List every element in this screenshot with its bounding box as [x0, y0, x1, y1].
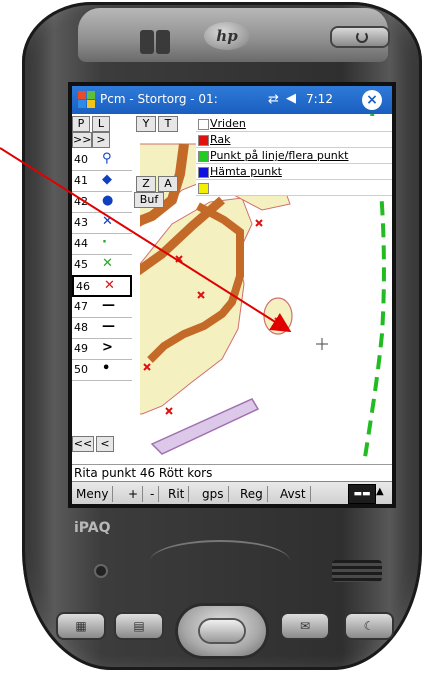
blue-swatch-icon	[198, 167, 209, 178]
back-button[interactable]: <	[96, 436, 114, 452]
menu-plus[interactable]: +	[124, 486, 144, 502]
windows-start-icon[interactable]	[78, 91, 96, 109]
point-number: 43	[74, 216, 88, 229]
purple-strip	[150, 398, 260, 455]
legend-item-hamta-punkt[interactable]: Hämta punkt	[196, 164, 392, 180]
menu-meny[interactable]: Meny	[72, 486, 114, 502]
pin-icon: ⚲	[102, 151, 112, 166]
window-title: Pcm - Stortorg - 01:	[100, 92, 218, 106]
contacts-button[interactable]: ▤	[116, 614, 162, 638]
legend-item-vriden[interactable]: Vriden	[196, 116, 392, 132]
point-number: 49	[74, 342, 88, 355]
menu-avst[interactable]: Avst	[276, 486, 311, 502]
hp-logo: hp	[204, 22, 250, 50]
point-row-49[interactable]: 49 >	[72, 339, 132, 360]
dot-icon: ●	[102, 193, 114, 208]
point-number: 40	[74, 153, 88, 166]
diamond-icon: ◆	[102, 172, 112, 187]
legend-label: Hämta punkt	[210, 165, 282, 178]
crosshair	[316, 338, 328, 350]
point-row-45[interactable]: 45 ✕	[72, 255, 132, 276]
close-button[interactable]: ×	[362, 90, 382, 110]
legend-item-yellow[interactable]	[196, 180, 392, 196]
sync-icon[interactable]: ⇄	[268, 92, 279, 107]
y-button[interactable]: Y	[136, 116, 156, 132]
point-row-43[interactable]: 43 ✕	[72, 213, 132, 234]
buf-button[interactable]: Buf	[134, 192, 164, 208]
screen: Pcm - Stortorg - 01: ⇄ ◀ 7:12 × P L >> >…	[72, 86, 392, 504]
menu-reg[interactable]: Reg	[236, 486, 268, 502]
calendar-button[interactable]: ▦	[58, 614, 104, 638]
navigation-pad[interactable]	[178, 606, 266, 656]
point-row-41[interactable]: 41 ◆	[72, 171, 132, 192]
blue-x-icon: ✕	[102, 214, 113, 229]
point-row-48[interactable]: 48 —	[72, 318, 132, 339]
nav-select-button[interactable]	[200, 620, 244, 642]
point-number: 50	[74, 363, 88, 376]
line-icon: —	[102, 298, 115, 313]
red-x-marker	[255, 219, 263, 227]
legend-label: Vriden	[210, 117, 246, 130]
device-curve	[150, 540, 290, 582]
small-oval-feature	[263, 297, 293, 335]
point-row-46-selected[interactable]: 46 ✕	[72, 275, 132, 297]
menu-minus[interactable]: -	[146, 486, 160, 502]
phone-button[interactable]: ☾	[346, 614, 392, 638]
yellow-swatch-icon	[198, 183, 209, 194]
legend-label: Punkt på linje/flera punkt	[210, 149, 349, 162]
point-number: 46	[76, 280, 90, 293]
point-row-44[interactable]: 44 ·	[72, 234, 132, 255]
point-number: 42	[74, 195, 88, 208]
chevron-up-icon[interactable]: ▲	[376, 486, 384, 497]
fast-forward-button[interactable]: >>	[72, 132, 92, 148]
red-swatch-icon	[198, 135, 209, 146]
power-button[interactable]	[332, 28, 388, 46]
t-button[interactable]: T	[158, 116, 178, 132]
z-button[interactable]: Z	[136, 176, 156, 192]
point-number: 47	[74, 300, 88, 313]
forward-button[interactable]: >	[92, 132, 110, 148]
a-button[interactable]: A	[158, 176, 178, 192]
legend-item-punkt-pa-linje[interactable]: Punkt på linje/flera punkt	[196, 148, 392, 164]
point-row-40[interactable]: 40 ⚲	[72, 150, 132, 171]
point-number: 45	[74, 258, 88, 271]
point-row-42[interactable]: 42 ●	[72, 192, 132, 213]
chevron-right-icon: >	[102, 340, 113, 355]
ir-window	[140, 30, 154, 54]
green-x-icon: ✕	[102, 256, 113, 271]
point-row-47[interactable]: 47 —	[72, 297, 132, 318]
menu-bar: Meny + - Rit gps Reg Avst ▬▬ ▲	[72, 481, 392, 504]
menu-gps[interactable]: gps	[198, 486, 229, 502]
legend-item-rak[interactable]: Rak	[196, 132, 392, 148]
l-button[interactable]: L	[92, 116, 110, 132]
microphone	[96, 566, 106, 576]
volume-icon[interactable]: ◀	[286, 91, 296, 106]
thick-line-icon: —	[102, 319, 115, 334]
legend: Vriden Rak Punkt på linje/flera punkt Hä…	[196, 116, 392, 196]
red-x-icon: ✕	[104, 278, 115, 293]
ipaq-logo: iPAQ	[74, 520, 111, 536]
menu-rit[interactable]: Rit	[164, 486, 190, 502]
point-number: 44	[74, 237, 88, 250]
keyboard-icon[interactable]: ▬▬	[348, 484, 376, 504]
point-number: 41	[74, 174, 88, 187]
status-bar: Rita punkt 46 Rött kors	[72, 464, 392, 482]
small-dot-icon: ·	[102, 235, 107, 250]
p-button[interactable]: P	[72, 116, 90, 132]
point-number: 48	[74, 321, 88, 334]
power-icon	[356, 31, 368, 43]
bullet-icon: •	[102, 361, 111, 376]
white-swatch-icon	[198, 119, 209, 130]
point-row-50[interactable]: 50 •	[72, 360, 132, 381]
legend-label: Rak	[210, 133, 231, 146]
clock[interactable]: 7:12	[306, 92, 333, 106]
speaker-grille	[332, 560, 382, 582]
green-swatch-icon	[198, 151, 209, 162]
title-bar: Pcm - Stortorg - 01: ⇄ ◀ 7:12 ×	[72, 86, 392, 114]
red-x-marker	[165, 407, 173, 415]
mail-button[interactable]: ✉	[282, 614, 328, 638]
fast-back-button[interactable]: <<	[72, 436, 94, 452]
